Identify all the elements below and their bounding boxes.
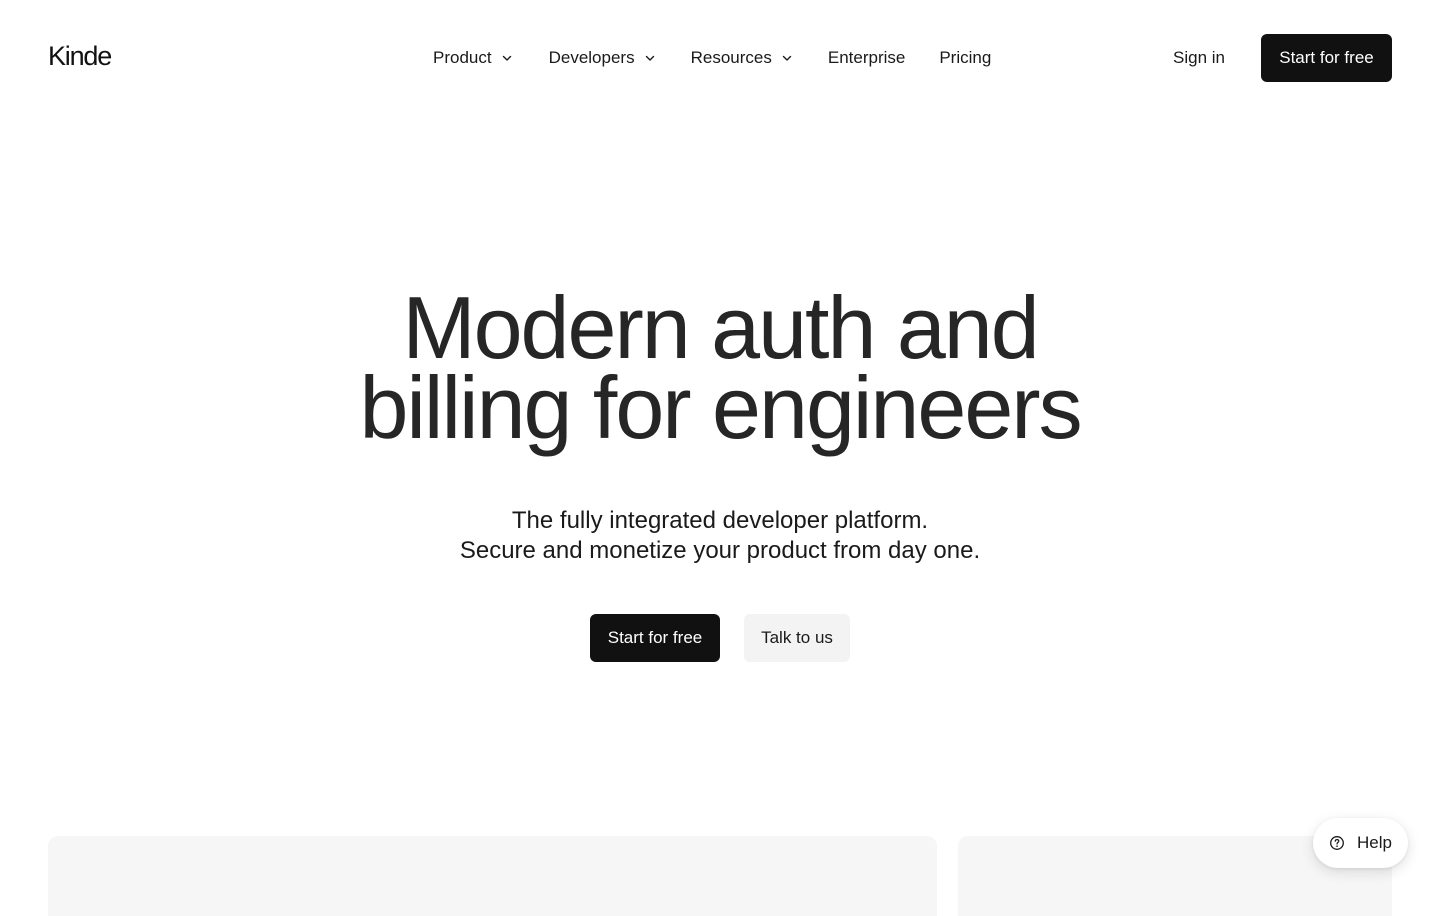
nav-item-developers[interactable]: Developers <box>549 48 656 68</box>
talk-to-us-button[interactable]: Talk to us <box>744 614 850 662</box>
header-start-for-free-button[interactable]: Start for free <box>1261 34 1392 82</box>
nav-item-label: Developers <box>548 48 635 67</box>
nav-item-resources[interactable]: Resources <box>691 48 793 68</box>
hero-title-line: billing for engineers <box>359 358 1082 457</box>
sign-in-link[interactable]: Sign in <box>1173 44 1225 72</box>
hero-subtitle-line: The fully integrated developer platform. <box>511 507 929 534</box>
chevron-down-icon <box>502 55 511 61</box>
nav-item-product[interactable]: Product <box>433 48 513 68</box>
hero-subtitle-line: Secure and monetize your product from da… <box>459 537 981 564</box>
question-circle-icon <box>1330 836 1344 850</box>
nav-item-enterprise[interactable]: Enterprise <box>828 48 905 68</box>
product-preview-panel-left <box>48 836 937 916</box>
site-header: Kinde Product Developers Resources Enter… <box>0 0 1440 116</box>
chevron-down-icon <box>782 55 792 61</box>
chevron-down-icon <box>645 55 654 61</box>
nav-item-label: Product <box>433 48 492 67</box>
kinde-logo[interactable]: Kinde <box>48 40 112 72</box>
hero-title-line: Modern auth and <box>402 278 1039 377</box>
nav-item-label: Resources <box>690 48 772 67</box>
help-widget-button[interactable]: Help <box>1313 818 1408 868</box>
main-nav: Product Developers Resources Enterprise … <box>433 44 991 72</box>
hero-title: Modern auth and billing for engineers <box>0 278 1440 457</box>
nav-item-label: Enterprise <box>827 48 906 67</box>
nav-item-label: Pricing <box>939 48 992 67</box>
hero-subtitle: The fully integrated developer platform.… <box>0 506 1440 566</box>
hero-start-for-free-button[interactable]: Start for free <box>590 614 720 662</box>
nav-item-pricing[interactable]: Pricing <box>939 48 991 68</box>
help-label: Help <box>1357 833 1392 852</box>
